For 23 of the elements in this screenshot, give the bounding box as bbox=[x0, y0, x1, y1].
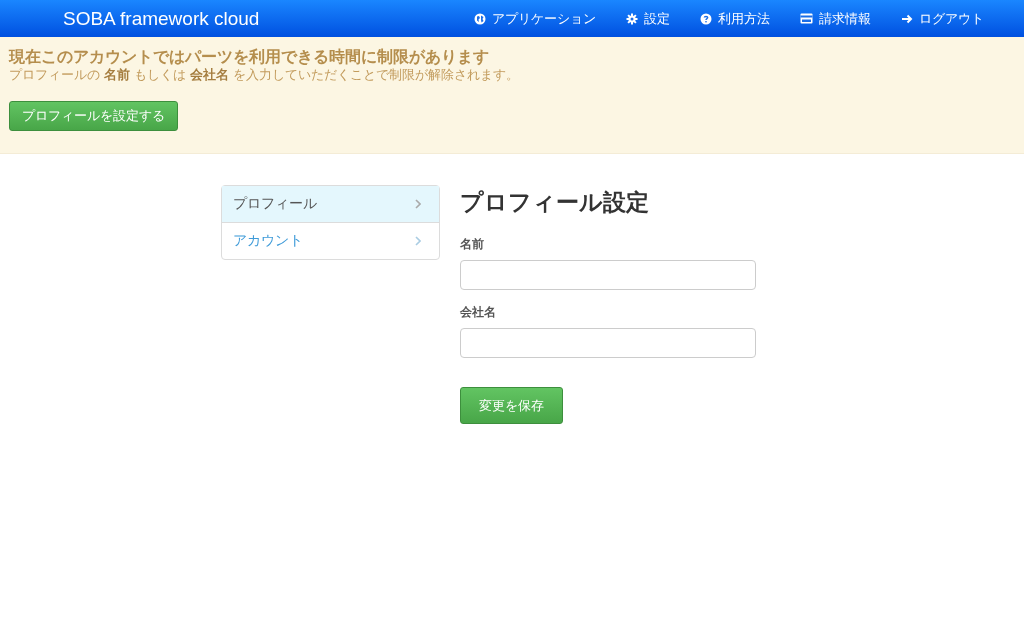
sidebar-item[interactable]: アカウント bbox=[222, 222, 439, 259]
input-field[interactable] bbox=[460, 260, 756, 290]
set-profile-button[interactable]: プロフィールを設定する bbox=[9, 101, 178, 131]
credit-card-icon bbox=[800, 13, 813, 24]
brand-link[interactable]: SOBA framework cloud bbox=[63, 7, 260, 30]
nav-link[interactable]: 利用方法 bbox=[700, 9, 770, 28]
field-label: 名前 bbox=[460, 236, 485, 253]
arrow-right-icon bbox=[901, 12, 913, 25]
field-label: 会社名 bbox=[460, 304, 497, 321]
alert-message: プロフィールの 名前 もしくは 会社名 を入力していただくことで制限が解除されます。 bbox=[9, 67, 520, 83]
nav-link[interactable]: ログアウト bbox=[901, 9, 984, 28]
input-field[interactable] bbox=[460, 328, 756, 358]
help-icon bbox=[700, 12, 712, 25]
page-heading: プロフィール設定 bbox=[460, 188, 650, 217]
nav-link[interactable]: 設定 bbox=[626, 9, 670, 28]
chevron-right-icon bbox=[415, 236, 421, 246]
sidebar-item[interactable]: プロフィール bbox=[222, 186, 439, 222]
save-button[interactable]: 変更を保存 bbox=[460, 387, 563, 424]
gear-icon bbox=[626, 12, 638, 25]
nav-link[interactable]: アプリケーション bbox=[474, 9, 596, 28]
chevron-right-icon bbox=[415, 199, 421, 209]
nav-link[interactable]: 請求情報 bbox=[800, 9, 871, 28]
alert-title: 現在このアカウントではパーツを利用できる時間に制限があります bbox=[9, 47, 490, 67]
